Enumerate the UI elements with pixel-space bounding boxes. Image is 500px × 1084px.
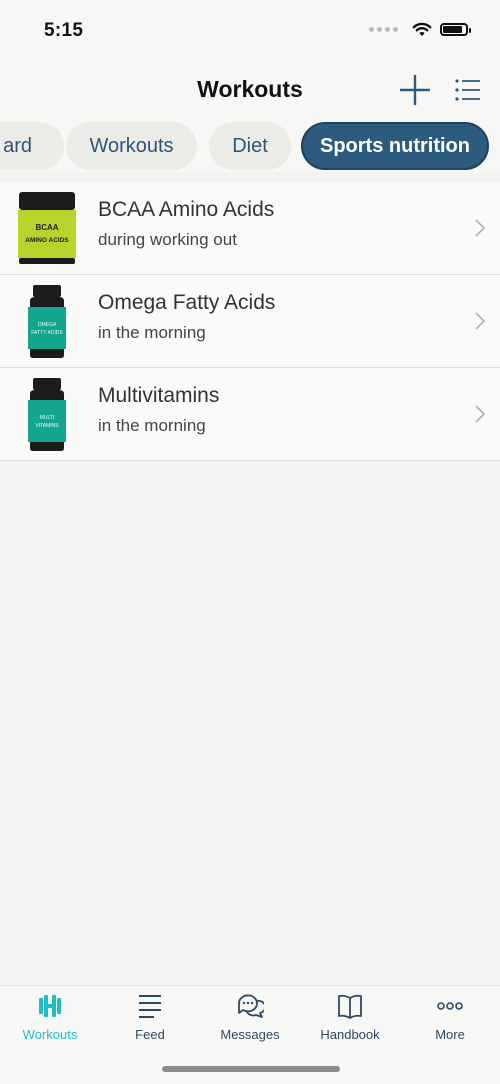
list-icon[interactable] [452, 77, 482, 103]
plus-icon[interactable] [398, 73, 432, 107]
tabbar-handbook[interactable]: Handbook [300, 992, 400, 1042]
tabbar-label: Handbook [320, 1027, 380, 1042]
nav-bar: Workouts [0, 60, 500, 120]
item-title: Multivitamins [98, 384, 220, 407]
omega-label-line-2: FATTY ACIDS [31, 330, 63, 336]
tabbar-label: Messages [220, 1027, 280, 1042]
tab-workouts[interactable]: Workouts [66, 122, 197, 170]
tabbar-feed[interactable]: Feed [100, 992, 200, 1042]
multivitamin-bottle-image: MULTI VITAMINS [28, 378, 66, 451]
tabbar-label: Feed [135, 1027, 165, 1042]
list-item[interactable]: BCAA AMINO ACIDS BCAA Amino Acids during… [0, 182, 500, 275]
item-subtitle: during working out [98, 230, 237, 249]
cellular-dots-icon [369, 27, 398, 32]
tabbar-workouts[interactable]: Workouts [0, 992, 100, 1042]
home-indicator[interactable] [162, 1066, 340, 1072]
status-bar: 5:15 [0, 0, 500, 60]
chevron-right-icon [475, 312, 486, 330]
supplement-list: BCAA AMINO ACIDS BCAA Amino Acids during… [0, 182, 500, 461]
more-dots-icon [437, 1002, 463, 1010]
dumbbell-icon [39, 995, 61, 1017]
status-time: 5:15 [44, 20, 84, 41]
tabbar-more[interactable]: More [400, 992, 500, 1042]
chat-bubbles-icon [238, 994, 264, 1018]
list-item[interactable]: MULTI VITAMINS Multivitamins in the morn… [0, 368, 500, 461]
bcaa-jar-image: BCAA AMINO ACIDS [18, 192, 76, 264]
list-item[interactable]: OMEGA FATTY ACIDS Omega Fatty Acids in t… [0, 275, 500, 368]
item-subtitle: in the morning [98, 416, 206, 435]
status-icons [369, 22, 471, 37]
omega-bottle-image: OMEGA FATTY ACIDS [28, 285, 66, 358]
tab-dashboard[interactable]: ard [0, 122, 64, 170]
item-title: BCAA Amino Acids [98, 198, 275, 221]
tabbar-label: More [435, 1027, 465, 1042]
bcaa-label-line-1: BCAA [35, 223, 58, 232]
feed-lines-icon [139, 995, 161, 1018]
tab-sports-nutrition[interactable]: Sports nutrition [301, 122, 489, 170]
bcaa-label-line-2: AMINO ACIDS [25, 237, 69, 244]
tabbar-messages[interactable]: Messages [200, 992, 300, 1042]
multivitamin-label-line-1: MULTI [40, 415, 55, 421]
item-title: Omega Fatty Acids [98, 291, 276, 314]
omega-label-line-1: OMEGA [38, 322, 57, 328]
book-icon [338, 994, 362, 1019]
chevron-right-icon [475, 405, 486, 423]
tab-diet[interactable]: Diet [209, 122, 291, 170]
tabbar-label: Workouts [22, 1027, 78, 1042]
wifi-icon [412, 22, 432, 36]
battery-icon [440, 23, 471, 36]
filter-tabs: ard Workouts Diet Sports nutrition [0, 120, 500, 172]
multivitamin-label-line-2: VITAMINS [35, 423, 59, 429]
item-subtitle: in the morning [98, 323, 206, 342]
chevron-right-icon [475, 219, 486, 237]
